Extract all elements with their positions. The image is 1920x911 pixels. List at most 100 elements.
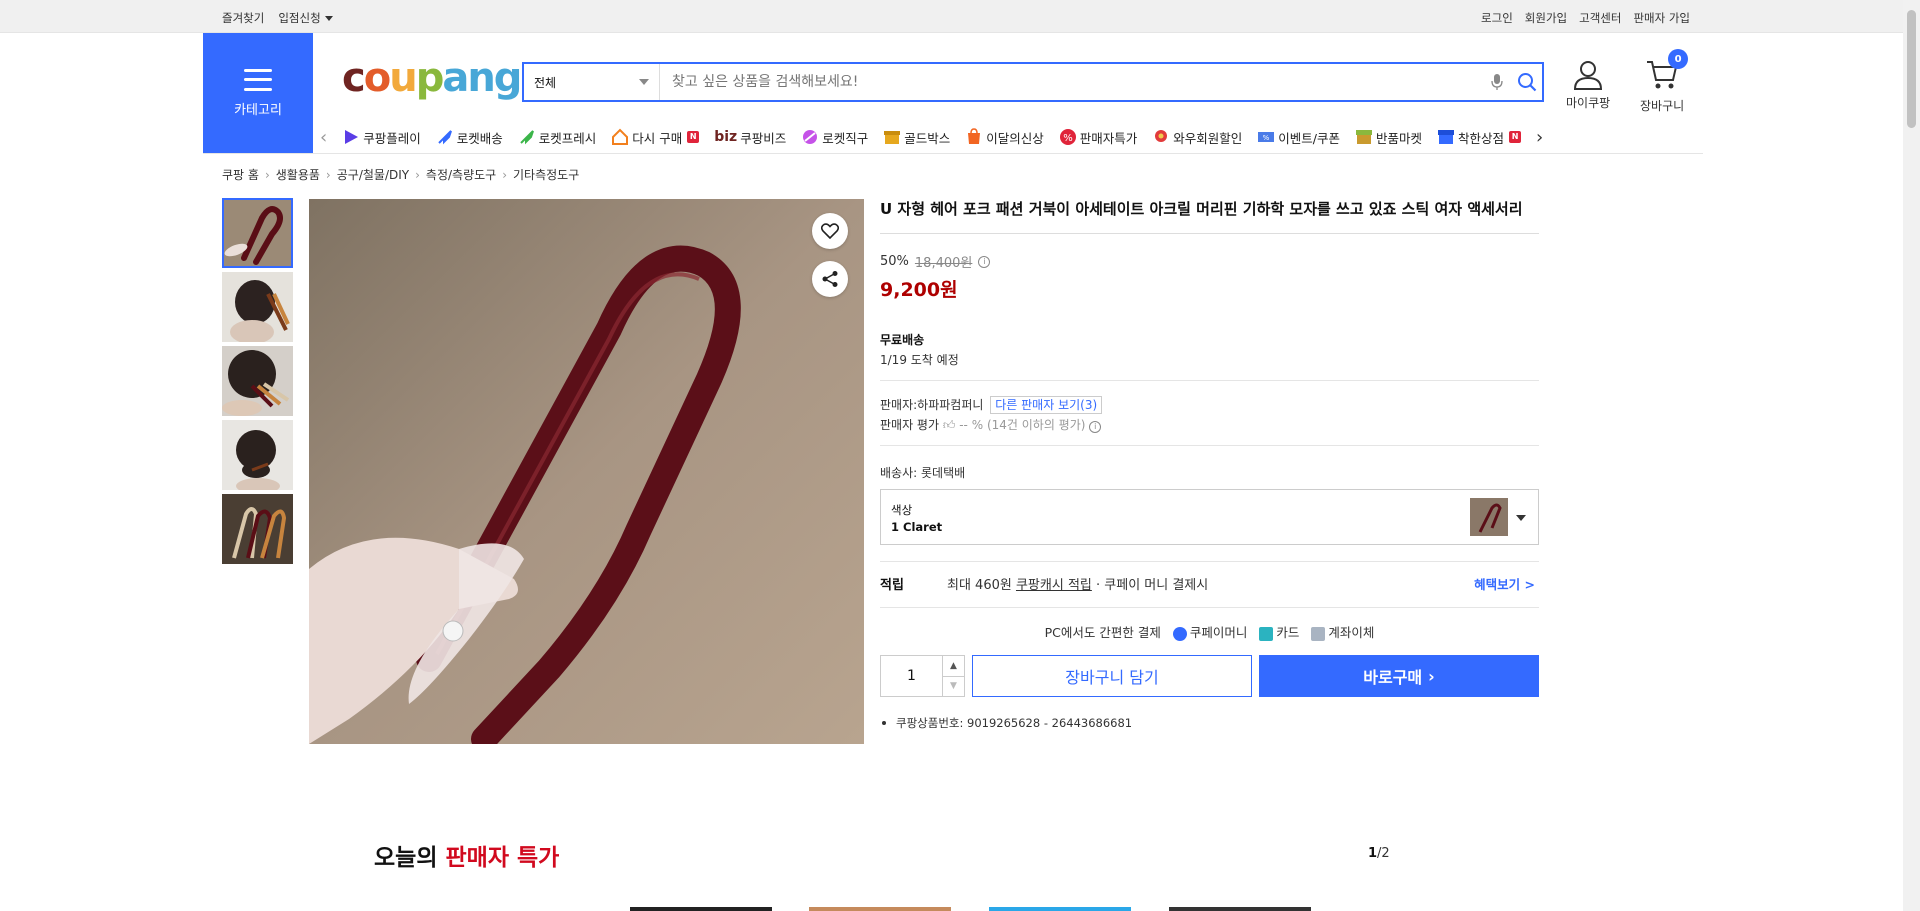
nav-item-goldbox[interactable]: 골드박스 — [883, 128, 950, 147]
product-main-image — [309, 199, 864, 744]
seller-signup-link[interactable]: 판매자 가입 — [1633, 10, 1690, 26]
nav-item-good-store[interactable]: 착한상점 N — [1437, 128, 1522, 147]
page-scrollbar[interactable] — [1903, 0, 1920, 911]
color-option-select[interactable]: 색상 1 Claret — [880, 489, 1539, 545]
seller-label: 판매자: — [880, 398, 918, 412]
deal-card-preview[interactable] — [630, 907, 772, 911]
nav-prev-arrow[interactable]: ‹ — [320, 127, 327, 148]
deal-card-preview[interactable] — [1169, 907, 1311, 911]
breadcrumb: 쿠팡 홈 › 생활용품 › 공구/철물/DIY › 측정/측량도구 › 기타측정도구 — [222, 166, 579, 183]
share-button[interactable] — [812, 261, 848, 297]
coupay-icon — [1172, 626, 1187, 641]
goldbox-icon — [884, 131, 901, 144]
deal-card-preview[interactable] — [989, 907, 1131, 911]
search-input[interactable] — [660, 64, 1482, 100]
nav-item-coupangbiz[interactable]: biz 쿠팡비즈 — [714, 128, 786, 147]
info-icon[interactable]: i — [1089, 421, 1102, 433]
signup-link[interactable]: 회원가입 — [1525, 10, 1567, 26]
breadcrumb-item[interactable]: 생활용품 — [276, 166, 320, 183]
customer-center-link[interactable]: 고객센터 — [1579, 10, 1621, 26]
product-thumbnail[interactable] — [222, 494, 293, 564]
breadcrumb-item[interactable]: 공구/철물/DIY — [337, 166, 409, 183]
nav-item-return-market[interactable]: 반품마켓 — [1355, 128, 1422, 147]
nav-item-events-coupons[interactable]: % 이벤트/쿠폰 — [1257, 128, 1340, 147]
store-icon — [1438, 130, 1455, 144]
nav-item-rocket-delivery[interactable]: 로켓배송 — [436, 128, 503, 147]
nav-item-seller-deals[interactable]: % 판매자특가 — [1059, 128, 1137, 147]
reward-label: 적립 — [880, 578, 904, 593]
product-thumbnail[interactable] — [222, 420, 293, 490]
chevron-down-icon — [639, 79, 649, 85]
pay-intro: PC에서도 간편한 결제 — [1044, 625, 1161, 640]
rocket-fresh-icon — [520, 130, 534, 145]
reward-section: 적립 최대 460원 쿠팡캐시 적립 · 쿠페이 머니 결제시 혜택보기 > — [880, 561, 1539, 608]
category-button[interactable]: 카테고리 — [203, 33, 313, 153]
rocket-icon — [438, 130, 452, 145]
svg-text:%: % — [1063, 133, 1073, 144]
nav-item-rebuy[interactable]: 다시 구매 N — [611, 128, 700, 147]
quantity-up-icon[interactable]: ▲ — [943, 656, 964, 676]
global-nav: ‹ 쿠팡플레이 로켓배송 로켓프레시 다시 구매 N biz 쿠팡비즈 로켓직구 골… — [320, 122, 1700, 152]
top-utility-bar: 즐겨찾기 입점신청 로그인 회원가입 고객센터 판매자 가입 — [0, 0, 1920, 33]
mic-icon[interactable] — [1482, 67, 1512, 97]
nav-item-rocket-fresh[interactable]: 로켓프레시 — [518, 128, 596, 147]
other-sellers-link[interactable]: 다른 판매자 보기(3) — [990, 396, 1103, 414]
nav-item-new-arrivals[interactable]: 이달의신상 — [965, 128, 1044, 147]
wow-icon — [1155, 130, 1168, 142]
seller-rating-value: -- % — [959, 418, 984, 432]
info-icon[interactable]: i — [978, 255, 991, 268]
coupang-cash-link[interactable]: 쿠팡캐시 적립 — [1016, 574, 1092, 593]
nav-label: 다시 구매 — [632, 130, 683, 146]
card-icon — [1259, 626, 1274, 641]
search-icon[interactable] — [1512, 67, 1542, 97]
share-icon — [822, 271, 838, 287]
payment-methods: PC에서도 간편한 결제 쿠페이머니 카드 계좌이체 — [880, 622, 1539, 641]
breadcrumb-item[interactable]: 기타측정도구 — [513, 166, 579, 183]
svg-text:%: % — [1263, 134, 1270, 142]
deal-card-preview[interactable] — [809, 907, 951, 911]
heart-icon — [821, 223, 839, 239]
quantity-input[interactable]: 1 — [881, 656, 942, 696]
seller-apply-menu[interactable]: 입점신청 — [278, 10, 333, 26]
login-link[interactable]: 로그인 — [1481, 10, 1513, 26]
price-row: 50% 18,400원 i — [880, 252, 1539, 271]
deals-page-total: /2 — [1377, 846, 1390, 861]
nav-item-rocket-global[interactable]: 로켓직구 — [801, 128, 868, 147]
chevron-right-icon: › — [264, 167, 270, 182]
buy-now-label: 바로구매 — [1363, 668, 1423, 687]
wishlist-button[interactable] — [812, 213, 848, 249]
thumbnail-list — [222, 198, 294, 564]
mypage-button[interactable]: 마이쿠팡 — [1566, 60, 1610, 111]
coupang-logo[interactable]: coupang — [342, 56, 522, 100]
seller-rating-note: (14건 이하의 평가) — [986, 418, 1086, 432]
seller-apply-label: 입점신청 — [278, 11, 321, 25]
nav-next-arrow[interactable]: › — [1536, 127, 1543, 148]
shipping-section: 무료배송 1/19 도착 예정 — [880, 316, 1539, 381]
product-thumbnail[interactable] — [222, 198, 293, 268]
nav-item-coupangplay[interactable]: 쿠팡플레이 — [342, 128, 421, 147]
buy-now-button[interactable]: 바로구매 › — [1259, 655, 1539, 697]
thumbs-up-icon: 👍︎ — [942, 418, 956, 432]
bookmark-link[interactable]: 즐겨찾기 — [222, 10, 264, 26]
nav-label: 쿠팡플레이 — [363, 130, 421, 146]
deals-title-prefix: 오늘의 — [374, 845, 438, 871]
sale-price: 9,200원 — [880, 279, 958, 301]
breadcrumb-item[interactable]: 측정/측량도구 — [426, 166, 496, 183]
product-thumbnail[interactable] — [222, 346, 293, 416]
benefits-link[interactable]: 혜택보기 > — [1474, 574, 1535, 593]
biz-icon: biz — [714, 129, 738, 145]
add-to-cart-button[interactable]: 장바구니 담기 — [972, 655, 1252, 697]
breadcrumb-home[interactable]: 쿠팡 홈 — [222, 166, 259, 183]
nav-item-wow-discount[interactable]: 와우회원할인 — [1152, 128, 1242, 147]
quantity-down-icon[interactable]: ▼ — [943, 675, 964, 697]
cart-button[interactable]: 0 장바구니 — [1640, 49, 1689, 114]
search-scope-select[interactable]: 전체 — [524, 64, 660, 100]
product-thumbnail[interactable] — [222, 272, 293, 342]
seller-name[interactable]: 하파파컴퍼니 — [917, 398, 983, 412]
scrollbar-thumb[interactable] — [1907, 10, 1916, 128]
coupon-icon: % — [1258, 132, 1275, 142]
chevron-right-icon: › — [502, 167, 508, 182]
pay-method-label: 카드 — [1276, 625, 1300, 640]
bank-icon — [1311, 626, 1326, 641]
search-scope-value: 전체 — [534, 75, 557, 90]
